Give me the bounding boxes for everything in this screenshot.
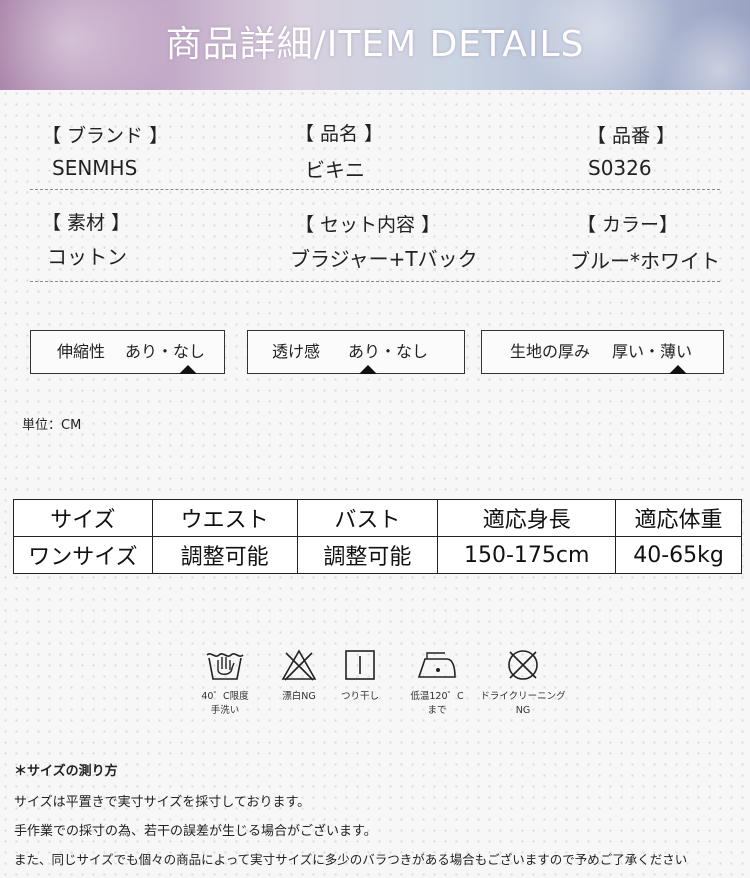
spec-label-brand: 【 ブランド 】	[42, 125, 169, 147]
table-cell: 40-65kg	[615, 536, 742, 574]
line-dry-icon	[345, 650, 375, 680]
spec-value-item-name: ビキニ	[305, 158, 365, 182]
table-header-row: サイズ ウエスト バスト 適応身長 適応体重	[13, 499, 742, 537]
spec-value-item-number: S0326	[588, 156, 652, 180]
table-cell: ワンサイズ	[13, 536, 153, 574]
notes-title: ＊サイズの測り方	[14, 764, 118, 779]
table-header-cell: サイズ	[13, 499, 153, 537]
spec-value-color: ブルー*ホワイト	[570, 249, 720, 273]
care-label-line: 手洗い	[210, 705, 240, 716]
attribute-sheerness: 透け感 あり・なし	[247, 330, 465, 374]
table-cell: 調整可能	[151, 536, 298, 574]
selected-marker-icon	[359, 365, 377, 374]
attribute-name: 透け感	[272, 342, 321, 361]
notes-line: また、同じサイズでも個々の商品によって実寸サイズに多少のバラつきがある場合もござ…	[14, 852, 688, 867]
spec-value-brand: SENMHS	[52, 156, 138, 180]
no-dry-clean-icon	[508, 650, 538, 680]
spec-value-material: コットン	[47, 245, 127, 269]
care-label-line: 低温120゜C	[410, 691, 464, 702]
unit-label: 単位：CM	[22, 418, 82, 433]
spec-label-set-contents: 【 セット内容 】	[295, 214, 441, 236]
spec-value-set-contents: ブラジャー+Tバック	[290, 247, 478, 271]
table-header-cell: 適応体重	[615, 499, 742, 537]
selected-marker-icon	[669, 365, 687, 374]
attribute-thickness: 生地の厚み 厚い・薄い	[481, 330, 724, 374]
care-label-line: NG	[515, 705, 531, 716]
attribute-name: 伸縮性	[57, 342, 106, 361]
table-cell: 調整可能	[296, 536, 439, 574]
table-header-cell: バスト	[296, 499, 439, 537]
divider	[30, 189, 720, 190]
notes-line: サイズは平置きで実寸サイズを採寸しております。	[14, 795, 311, 810]
attribute-stretch: 伸縮性 あり・なし	[30, 330, 225, 374]
spec-label-item-number: 【 品番 】	[587, 125, 676, 147]
no-bleach-icon	[281, 649, 317, 681]
size-table: サイズ ウエスト バスト 適応身長 適応体重 ワンサイズ 調整可能 調整可能 1…	[13, 499, 742, 574]
selected-marker-icon	[179, 365, 197, 374]
care-label-line: まで	[427, 705, 447, 716]
table-header-cell: 適応身長	[437, 499, 617, 537]
header-banner: 商品詳細/ITEM DETAILS	[0, 0, 750, 90]
care-iron: 低温120゜C まで	[392, 648, 482, 718]
spec-label-item-name: 【 品名 】	[295, 123, 384, 145]
care-no-dry-clean: ドライクリーニング NG	[478, 648, 568, 718]
table-row: ワンサイズ 調整可能 調整可能 150-175cm 40-65kg	[13, 536, 742, 574]
spec-label-color: 【 カラー】	[577, 214, 679, 236]
notes-line: 手作業での採寸の為、若干の誤差が生じる場合がございます。	[14, 824, 377, 839]
attribute-name: 生地の厚み	[510, 342, 591, 361]
hand-wash-40-icon	[206, 653, 244, 680]
divider	[30, 281, 720, 282]
spec-label-material: 【 素材 】	[42, 212, 131, 234]
page-title: 商品詳細/ITEM DETAILS	[165, 24, 585, 65]
table-header-cell: ウエスト	[151, 499, 298, 537]
iron-low-temp-icon	[417, 652, 456, 678]
table-cell: 150-175cm	[437, 536, 617, 574]
care-label-line: ドライクリーニング	[480, 691, 566, 702]
